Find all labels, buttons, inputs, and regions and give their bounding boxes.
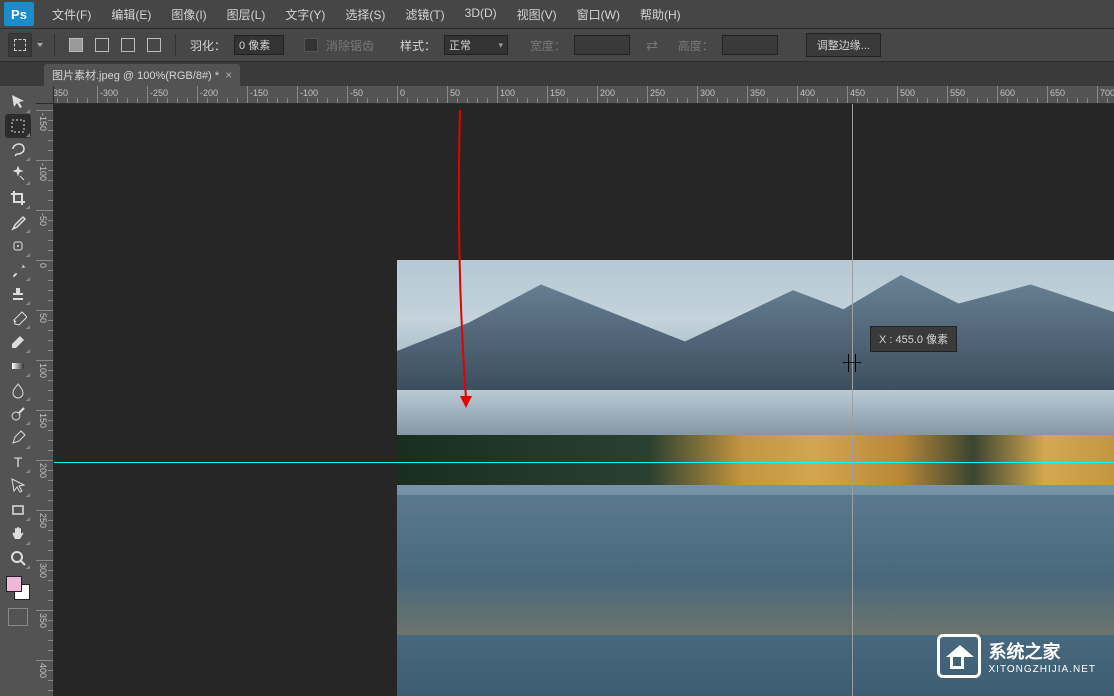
toolbox: T	[0, 86, 36, 696]
rect-tool[interactable]	[5, 498, 31, 522]
height-input	[722, 35, 778, 55]
app-logo: Ps	[4, 2, 34, 26]
menu-图像I[interactable]: 图像(I)	[161, 0, 216, 29]
vertical-ruler[interactable]: -150-100-5005010015020025030035040045050…	[36, 104, 54, 696]
width-label: 宽度：	[530, 37, 566, 54]
dodge-tool[interactable]	[5, 402, 31, 426]
menu-窗口W[interactable]: 窗口(W)	[567, 0, 630, 29]
menu-视图V[interactable]: 视图(V)	[507, 0, 567, 29]
menu-帮助H[interactable]: 帮助(H)	[630, 0, 691, 29]
crop-tool[interactable]	[5, 186, 31, 210]
gradient-tool[interactable]	[5, 354, 31, 378]
ruler-origin[interactable]	[36, 86, 54, 104]
viewport[interactable]: X : 455.0 像素	[54, 104, 1114, 696]
history-tool[interactable]	[5, 306, 31, 330]
document-tab-bar: 图片素材.jpeg @ 100%(RGB/8#) * ×	[0, 62, 1114, 86]
menu-图层L[interactable]: 图层(L)	[217, 0, 276, 29]
stamp-tool[interactable]	[5, 282, 31, 306]
position-tooltip: X : 455.0 像素	[870, 326, 957, 352]
tool-preset-dropdown[interactable]	[36, 35, 44, 55]
style-select[interactable]: 正常	[444, 35, 508, 55]
height-label: 高度：	[678, 37, 714, 54]
zoom-tool[interactable]	[5, 546, 31, 570]
quick-mask-icon[interactable]	[8, 608, 28, 626]
tool-preset[interactable]	[8, 33, 32, 57]
watermark-cn: 系统之家	[989, 638, 1097, 664]
menu-3DD[interactable]: 3D(D)	[455, 0, 507, 29]
menu-文字Y[interactable]: 文字(Y)	[275, 0, 335, 29]
refine-edge-button[interactable]: 调整边缘...	[806, 33, 881, 57]
subtract-selection-icon[interactable]	[117, 34, 139, 56]
pen-tool[interactable]	[5, 426, 31, 450]
image-canvas[interactable]	[397, 260, 1114, 696]
menu-bar: Ps 文件(F)编辑(E)图像(I)图层(L)文字(Y)选择(S)滤镜(T)3D…	[0, 0, 1114, 28]
eraser-tool[interactable]	[5, 330, 31, 354]
new-selection-icon[interactable]	[65, 34, 87, 56]
close-icon[interactable]: ×	[225, 68, 232, 82]
move-tool[interactable]	[5, 90, 31, 114]
canvas-area: -350-300-250-200-150-100-500501001502002…	[36, 86, 1114, 696]
blur-tool[interactable]	[5, 378, 31, 402]
tab-title: 图片素材.jpeg @ 100%(RGB/8#) *	[52, 67, 219, 83]
menu-选择S[interactable]: 选择(S)	[335, 0, 395, 29]
eyedropper-tool[interactable]	[5, 210, 31, 234]
horizontal-ruler[interactable]: -350-300-250-200-150-100-500501001502002…	[54, 86, 1114, 104]
watermark-en: XITONGZHIJIA.NET	[989, 664, 1097, 675]
lasso-tool[interactable]	[5, 138, 31, 162]
heal-tool[interactable]	[5, 234, 31, 258]
type-tool[interactable]: T	[5, 450, 31, 474]
svg-text:T: T	[14, 454, 23, 470]
path-tool[interactable]	[5, 474, 31, 498]
menu-文件F[interactable]: 文件(F)	[42, 0, 101, 29]
menu-编辑E[interactable]: 编辑(E)	[101, 0, 161, 29]
feather-label: 羽化：	[190, 37, 226, 54]
vertical-guide[interactable]	[852, 104, 853, 696]
brush-tool[interactable]	[5, 258, 31, 282]
document-tab[interactable]: 图片素材.jpeg @ 100%(RGB/8#) * ×	[44, 64, 240, 86]
swap-dims-icon[interactable]: ⇄	[646, 37, 658, 54]
style-label: 样式：	[400, 37, 436, 54]
color-swatches[interactable]	[6, 576, 30, 600]
hand-tool[interactable]	[5, 522, 31, 546]
horizontal-guide[interactable]	[54, 462, 1114, 463]
marquee-tool[interactable]	[5, 114, 31, 138]
options-bar: 羽化： 消除锯齿 样式： 正常 宽度： ⇄ 高度： 调整边缘...	[0, 28, 1114, 62]
width-input	[574, 35, 630, 55]
watermark-logo-icon	[937, 634, 981, 678]
antialias-label: 消除锯齿	[326, 37, 374, 54]
watermark: 系统之家 XITONGZHIJIA.NET	[937, 634, 1097, 678]
add-selection-icon[interactable]	[91, 34, 113, 56]
wand-tool[interactable]	[5, 162, 31, 186]
menu-滤镜T[interactable]: 滤镜(T)	[395, 0, 454, 29]
intersect-selection-icon[interactable]	[143, 34, 165, 56]
antialias-checkbox[interactable]	[304, 38, 318, 52]
feather-input[interactable]	[234, 35, 284, 55]
